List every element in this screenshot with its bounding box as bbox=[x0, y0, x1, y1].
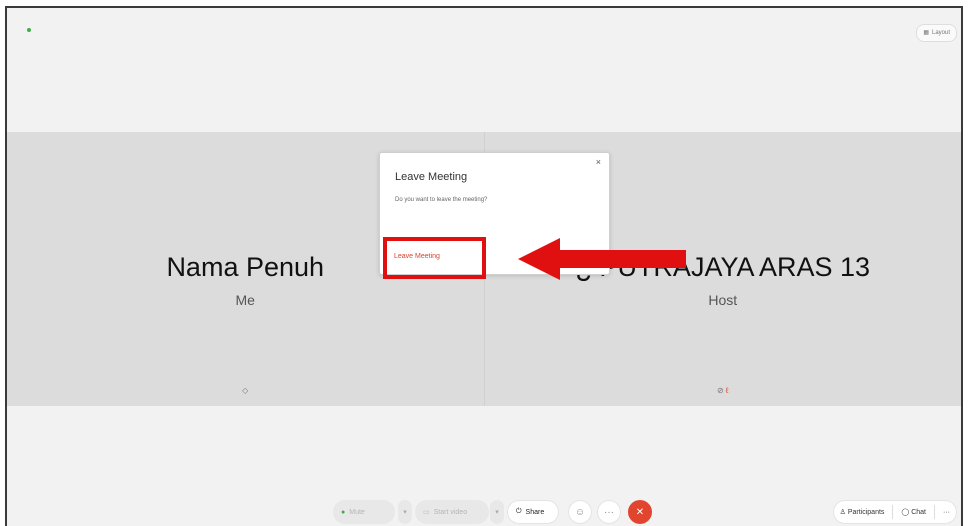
more-icon: ··· bbox=[604, 506, 614, 518]
annotation-arrow-icon bbox=[518, 238, 686, 280]
share-button[interactable]: ⏻ Share bbox=[507, 500, 559, 524]
mic-muted-icon: ℓ bbox=[725, 386, 729, 395]
divider bbox=[892, 505, 894, 519]
participant-role: Host bbox=[708, 292, 738, 308]
participant-status-icons: ◇ bbox=[7, 386, 484, 395]
share-label: Share bbox=[525, 508, 545, 516]
close-icon[interactable]: × bbox=[596, 157, 601, 167]
more-options-button[interactable]: ··· bbox=[597, 500, 621, 524]
camera-icon: ▭ bbox=[423, 509, 430, 516]
start-video-label: Start video bbox=[433, 508, 468, 516]
share-icon: ⏻ bbox=[516, 508, 522, 515]
panel-controls: ♙ Participants ◯ Chat ··· bbox=[832, 500, 957, 524]
end-call-button[interactable]: ✕ bbox=[628, 500, 652, 524]
dialog-title: Leave Meeting bbox=[395, 171, 468, 183]
dialog-message: Do you want to leave the meeting? bbox=[395, 197, 488, 203]
divider bbox=[934, 505, 935, 519]
layout-button[interactable]: ▦ Layout bbox=[916, 24, 957, 42]
video-off-icon: ⊘ bbox=[716, 386, 724, 395]
participants-button[interactable]: ♙ Participants bbox=[840, 508, 885, 516]
participants-label: Participants bbox=[847, 509, 885, 516]
smiley-icon: ☺ bbox=[574, 506, 586, 518]
participant-status-icons: ⊘ ℓ bbox=[485, 386, 962, 395]
chat-bubble-icon: ◯ bbox=[901, 509, 910, 516]
mute-label: Mute bbox=[349, 508, 365, 516]
start-video-button[interactable]: ▭ Start video bbox=[415, 500, 489, 524]
reactions-button[interactable]: ☺ bbox=[568, 500, 592, 524]
video-options-chevron-icon[interactable]: ▾ bbox=[490, 500, 504, 524]
microphone-icon: ● bbox=[341, 508, 346, 516]
audio-status-icon: ◇ bbox=[242, 386, 249, 395]
more-panel-button[interactable]: ··· bbox=[943, 509, 950, 516]
mute-button[interactable]: ● Mute bbox=[333, 500, 395, 524]
person-icon: ♙ bbox=[839, 509, 846, 516]
layout-label: Layout bbox=[931, 30, 950, 36]
connection-status-dot bbox=[27, 28, 31, 32]
chat-label: Chat bbox=[911, 509, 926, 516]
mute-options-chevron-icon[interactable]: ▾ bbox=[398, 500, 412, 524]
close-icon: ✕ bbox=[635, 506, 645, 518]
layout-icon: ▦ bbox=[923, 30, 929, 36]
chat-button[interactable]: ◯ Chat bbox=[901, 508, 926, 516]
meeting-toolbar: ● Mute ▾ ▭ Start video ▾ ⏻ Share ☺ ··· ✕… bbox=[7, 500, 961, 526]
participant-role: Me bbox=[235, 292, 255, 308]
annotation-highlight-box bbox=[383, 237, 486, 279]
